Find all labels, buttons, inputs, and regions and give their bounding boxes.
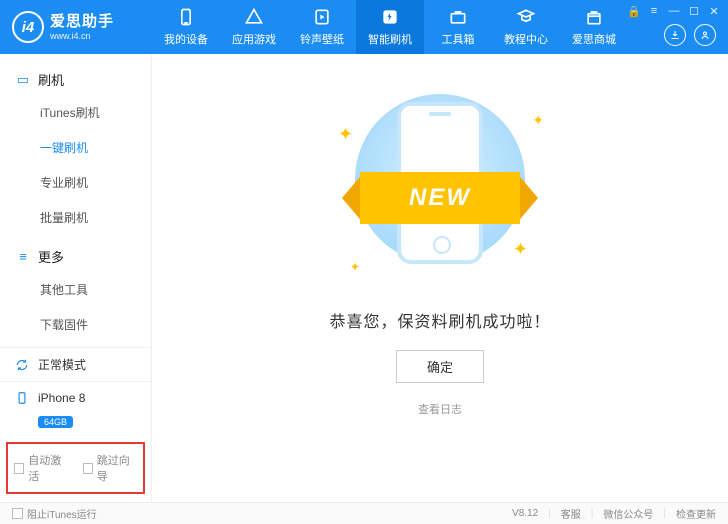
footer: 阻止iTunes运行 V8.12 | 客服 | 微信公众号 | 检查更新: [0, 502, 728, 524]
phone-icon: [176, 7, 196, 27]
close-icon[interactable]: ✕: [706, 4, 722, 18]
titlebar: i4 爱思助手 www.i4.cn 我的设备 应用游戏 铃声壁纸 智能刷机 工具…: [0, 0, 728, 54]
nav-label: 教程中心: [504, 31, 548, 47]
star-icon: ✦: [350, 260, 360, 274]
checkbox-label: 跳过向导: [97, 452, 137, 484]
nav-mall[interactable]: 爱思商城: [560, 0, 628, 54]
view-log-link[interactable]: 查看日志: [418, 401, 462, 417]
mode-row[interactable]: 正常模式: [0, 347, 151, 381]
nav-ring[interactable]: 铃声壁纸: [288, 0, 356, 54]
ring-icon: [312, 7, 332, 27]
checkbox-icon: [14, 463, 24, 474]
nav-tutorial[interactable]: 教程中心: [492, 0, 560, 54]
storage-badge: 64GB: [38, 416, 73, 428]
nav-label: 我的设备: [164, 31, 208, 47]
minimize-icon[interactable]: —: [666, 4, 682, 18]
checkbox-icon: [83, 463, 93, 474]
user-button[interactable]: [694, 24, 716, 46]
support-link[interactable]: 客服: [561, 506, 581, 521]
checkbox-label: 阻止iTunes运行: [27, 506, 97, 521]
menu-icon[interactable]: ≡: [646, 4, 662, 18]
nav-label: 铃声壁纸: [300, 31, 344, 47]
sidebar-item-other[interactable]: 其他工具: [0, 272, 151, 307]
star-icon: ✦: [513, 239, 528, 260]
checkbox-icon: [12, 508, 23, 519]
nav-label: 应用游戏: [232, 31, 276, 47]
main-panel: ✦ ✦ ✦ ✦ NEW 恭喜您，保资料刷机成功啦！ 确定 查看日志: [152, 54, 728, 502]
nav-apps[interactable]: 应用游戏: [220, 0, 288, 54]
version-label: V8.12: [512, 508, 538, 519]
mode-label: 正常模式: [38, 356, 86, 373]
apps-icon: [244, 7, 264, 27]
sidebar-item-firmware[interactable]: 下载固件: [0, 307, 151, 342]
sidebar-item-batch[interactable]: 批量刷机: [0, 200, 151, 235]
brand-url: www.i4.cn: [50, 31, 114, 42]
sidebar-group-flash[interactable]: ▭ 刷机: [0, 64, 151, 95]
top-nav: 我的设备 应用游戏 铃声壁纸 智能刷机 工具箱 教程中心 爱思商城: [152, 0, 628, 54]
sidebar-item-oneclick[interactable]: 一键刷机: [0, 130, 151, 165]
device-name: iPhone 8: [38, 391, 85, 405]
nav-label: 工具箱: [442, 31, 475, 47]
nav-label: 爱思商城: [572, 31, 616, 47]
tutorial-icon: [516, 7, 536, 27]
checkbox-auto-activate[interactable]: 自动激活: [14, 452, 69, 484]
menu-lines-icon: ≡: [16, 249, 30, 264]
sidebar-item-pro[interactable]: 专业刷机: [0, 165, 151, 200]
wechat-link[interactable]: 微信公众号: [603, 506, 653, 521]
lock-icon[interactable]: 🔒: [626, 4, 642, 18]
sidebar-group-title: 刷机: [38, 70, 64, 89]
sidebar: ▭ 刷机 iTunes刷机 一键刷机 专业刷机 批量刷机 ≡ 更多 其他工具 下…: [0, 54, 152, 502]
sidebar-item-itunes[interactable]: iTunes刷机: [0, 95, 151, 130]
device-row[interactable]: iPhone 8 64GB: [0, 381, 151, 438]
nav-device[interactable]: 我的设备: [152, 0, 220, 54]
star-icon: ✦: [338, 124, 353, 145]
nav-label: 智能刷机: [368, 31, 412, 47]
nav-tools[interactable]: 工具箱: [424, 0, 492, 54]
checkbox-label: 自动激活: [28, 452, 68, 484]
success-message: 恭喜您，保资料刷机成功啦！: [329, 308, 550, 332]
ribbon-text: NEW: [360, 172, 520, 224]
logo-icon: i4: [12, 11, 44, 43]
maximize-icon[interactable]: ☐: [686, 4, 702, 18]
checkbox-block-itunes[interactable]: 阻止iTunes运行: [12, 506, 97, 521]
brand-name: 爱思助手: [50, 13, 114, 31]
update-link[interactable]: 检查更新: [676, 506, 716, 521]
brand: i4 爱思助手 www.i4.cn: [0, 11, 152, 43]
sidebar-group-title: 更多: [38, 247, 64, 266]
device-phone-icon: [14, 390, 30, 406]
sidebar-group-more[interactable]: ≡ 更多: [0, 241, 151, 272]
success-illustration: ✦ ✦ ✦ ✦ NEW: [330, 94, 550, 284]
window-controls: 🔒 ≡ — ☐ ✕: [626, 4, 722, 18]
mall-icon: [584, 7, 604, 27]
options-highlight: 自动激活 跳过向导: [6, 442, 145, 494]
flash-icon: [380, 7, 400, 27]
checkbox-skip-guide[interactable]: 跳过向导: [83, 452, 138, 484]
phone-outline-icon: ▭: [16, 72, 30, 88]
toolbox-icon: [448, 7, 468, 27]
star-icon: ✦: [532, 112, 544, 129]
nav-flash[interactable]: 智能刷机: [356, 0, 424, 54]
download-button[interactable]: [664, 24, 686, 46]
refresh-icon: [14, 357, 30, 373]
titlebar-actions: [664, 24, 716, 46]
ok-button[interactable]: 确定: [396, 350, 484, 383]
